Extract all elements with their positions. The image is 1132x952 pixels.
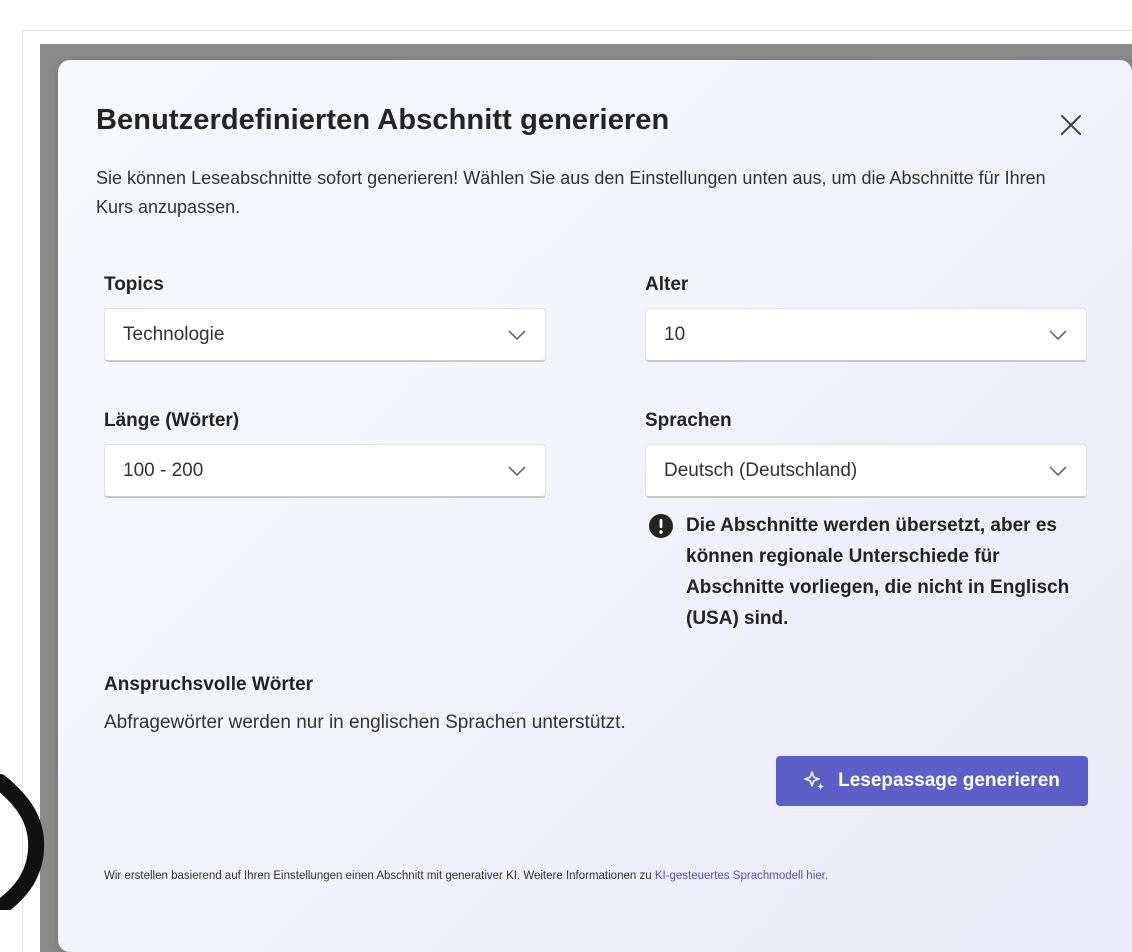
length-label: Länge (Wörter) xyxy=(104,410,240,431)
sparkle-icon xyxy=(804,770,826,792)
dialog-title: Benutzerdefinierten Abschnitt generieren xyxy=(96,104,670,136)
notice-text: Die Abschnitte werden übersetzt, aber es… xyxy=(686,515,1070,629)
chevron-down-icon xyxy=(1048,465,1068,477)
topics-label: Topics xyxy=(104,274,164,295)
close-icon xyxy=(1061,115,1081,135)
window-frame-top xyxy=(22,30,1132,31)
age-label: Alter xyxy=(645,274,689,295)
dialog-description: Sie können Leseabschnitte sofort generie… xyxy=(96,168,1046,217)
languages-label: Sprachen xyxy=(645,410,732,431)
chevron-down-icon xyxy=(507,329,527,341)
info-icon xyxy=(649,514,673,538)
challenging-words-text: Abfragewörter werden nur in englischen S… xyxy=(104,712,626,733)
age-selected-value: 10 xyxy=(664,323,686,345)
close-button[interactable] xyxy=(1054,108,1088,142)
topics-dropdown[interactable]: Technologie xyxy=(104,308,546,362)
challenging-words-heading: Anspruchsvolle Wörter xyxy=(104,674,314,695)
annotation-scribble xyxy=(0,774,45,910)
languages-selected-value: Deutsch (Deutschland) xyxy=(664,459,858,481)
language-model-link[interactable]: KI-gesteuertes Sprachmodell hier. xyxy=(655,870,828,882)
length-selected-value: 100 - 200 xyxy=(123,459,204,481)
footer-disclaimer: Wir erstellen basierend auf Ihren Einste… xyxy=(104,870,828,882)
chevron-down-icon xyxy=(507,465,527,477)
topics-selected-value: Technologie xyxy=(123,323,225,345)
languages-dropdown[interactable]: Deutsch (Deutschland) xyxy=(645,444,1087,498)
age-dropdown[interactable]: 10 xyxy=(645,308,1087,362)
generate-passage-dialog: Benutzerdefinierten Abschnitt generieren… xyxy=(58,60,1132,952)
translation-notice: Die Abschnitte werden übersetzt, aber es… xyxy=(648,510,1098,634)
length-dropdown[interactable]: 100 - 200 xyxy=(104,444,546,498)
generate-passage-button[interactable]: Lesepassage generieren xyxy=(776,756,1088,806)
chevron-down-icon xyxy=(1048,329,1068,341)
footer-text: Wir erstellen basierend auf Ihren Einste… xyxy=(104,870,655,882)
generate-button-label: Lesepassage generieren xyxy=(838,770,1060,791)
